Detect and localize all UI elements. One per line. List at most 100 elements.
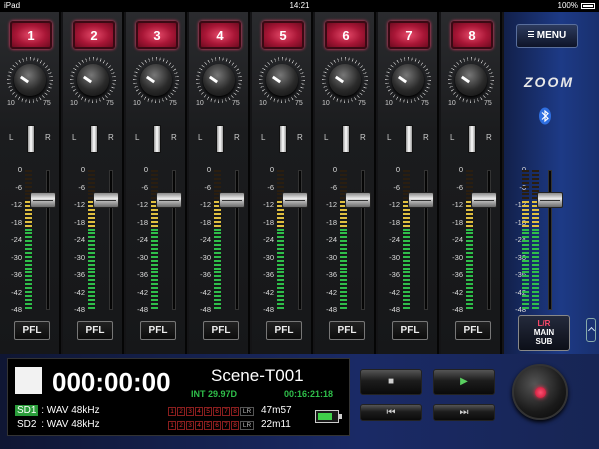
meter-segment <box>214 290 221 293</box>
channel-button-4[interactable]: 4 <box>199 21 241 49</box>
channel-button-5[interactable]: 5 <box>262 21 304 49</box>
pfl-button[interactable]: PFL <box>455 321 491 340</box>
channel-button-8[interactable]: 8 <box>451 21 493 49</box>
gain-knob[interactable] <box>140 64 172 96</box>
meter-segment <box>214 240 221 243</box>
meter-scale-label: -42 <box>137 287 148 297</box>
fader-knob[interactable] <box>282 191 308 208</box>
stop-button[interactable]: ■ <box>360 369 422 395</box>
channel-button-6[interactable]: 6 <box>325 21 367 49</box>
lr-main-sub-button[interactable]: L/R MAIN SUB <box>518 315 570 351</box>
meter-scale-label: -6 <box>204 182 211 192</box>
pan-control: LR <box>3 122 57 156</box>
meter-segment <box>277 236 284 239</box>
fader-knob[interactable] <box>345 191 371 208</box>
meter-segment <box>277 255 284 258</box>
record-button[interactable] <box>512 364 568 420</box>
meter-segment <box>214 220 221 223</box>
level-meter <box>522 170 529 310</box>
pan-slider[interactable] <box>342 125 350 153</box>
fader-knob[interactable] <box>93 191 119 208</box>
pfl-button[interactable]: PFL <box>392 321 428 340</box>
gain-knob[interactable] <box>203 64 235 96</box>
play-button[interactable]: ▶ <box>433 369 495 395</box>
gain-knob[interactable] <box>14 64 46 96</box>
channel-strip: 6 10 75 L R 0 -6 -12 -18 -24 -30 -36 -42 -48 PFL <box>315 12 376 354</box>
gain-knob[interactable] <box>77 64 109 96</box>
pfl-button[interactable]: PFL <box>329 321 365 340</box>
meter-segment <box>214 271 221 274</box>
pfl-button[interactable]: PFL <box>77 321 113 340</box>
meter-segment <box>340 267 347 270</box>
pfl-button[interactable]: PFL <box>266 321 302 340</box>
meter-segment <box>522 173 529 176</box>
meter-segment <box>403 298 410 301</box>
meter-segment <box>25 244 32 247</box>
level-meter <box>466 170 473 310</box>
pfl-button[interactable]: PFL <box>140 321 176 340</box>
channel-button-1[interactable]: 1 <box>10 21 52 49</box>
meter-segment <box>214 228 221 231</box>
meter-segment <box>403 244 410 247</box>
pfl-button[interactable]: PFL <box>14 321 50 340</box>
meter-segment <box>151 306 158 309</box>
sd1-remain: 47m57 <box>261 405 292 416</box>
meter-segment <box>522 205 529 208</box>
meter-segment <box>25 267 32 270</box>
pan-slider[interactable] <box>279 125 287 153</box>
channel-button-7[interactable]: 7 <box>388 21 430 49</box>
meter-segment <box>25 212 32 215</box>
gain-knob[interactable] <box>455 64 487 96</box>
fader-knob[interactable] <box>537 191 563 208</box>
rewind-button[interactable]: ⏮ <box>360 404 422 421</box>
pan-slider[interactable] <box>468 125 476 153</box>
channel-button-2[interactable]: 2 <box>73 21 115 49</box>
pan-slider[interactable] <box>90 125 98 153</box>
meter-segment <box>25 306 32 309</box>
meter-segment <box>151 263 158 266</box>
pan-slider[interactable] <box>405 125 413 153</box>
meter-segment <box>522 228 529 231</box>
gain-knob[interactable] <box>392 64 424 96</box>
fader-knob[interactable] <box>471 191 497 208</box>
forward-button[interactable]: ⏭ <box>433 404 495 421</box>
gain-knob[interactable] <box>329 64 361 96</box>
meter-segment <box>277 298 284 301</box>
meter-segment <box>403 259 410 262</box>
meter-segment <box>466 287 473 289</box>
meter-scale-label: -18 <box>200 217 211 227</box>
track-indicator: 8 <box>231 407 239 416</box>
fader-knob[interactable] <box>30 191 56 208</box>
level-meter <box>214 170 221 310</box>
meter-scale-label: -42 <box>200 287 211 297</box>
pan-slider[interactable] <box>27 125 35 153</box>
side-panel-toggle[interactable] <box>586 318 596 342</box>
gain-knob[interactable] <box>266 64 298 96</box>
meter-segment <box>88 185 95 188</box>
meter-segment <box>522 201 529 204</box>
meter-segment <box>522 275 529 278</box>
meter-segment <box>466 279 473 282</box>
fader-knob[interactable] <box>156 191 182 208</box>
meter-segment <box>522 224 529 227</box>
fader-knob[interactable] <box>219 191 245 208</box>
pan-slider[interactable] <box>216 125 224 153</box>
menu-button[interactable]: MENU <box>516 24 578 48</box>
pan-slider[interactable] <box>153 125 161 153</box>
meter-scale-label: -30 <box>452 252 463 262</box>
scene-name[interactable]: Scene-T001 <box>211 366 304 386</box>
fader-knob[interactable] <box>408 191 434 208</box>
meter-segment <box>151 259 158 262</box>
meter-segment <box>340 255 347 258</box>
meter-segment <box>277 177 284 180</box>
pfl-button[interactable]: PFL <box>203 321 239 340</box>
meter-segment <box>151 251 158 254</box>
meter-segment <box>277 259 284 262</box>
meter-scale-label: -24 <box>74 235 85 244</box>
track-indicator: 1 <box>168 407 176 416</box>
meter-segment <box>466 290 473 293</box>
meter-segment <box>403 173 410 176</box>
channel-button-3[interactable]: 3 <box>136 21 178 49</box>
meter-segment <box>340 287 347 289</box>
meter-segment <box>25 259 32 262</box>
